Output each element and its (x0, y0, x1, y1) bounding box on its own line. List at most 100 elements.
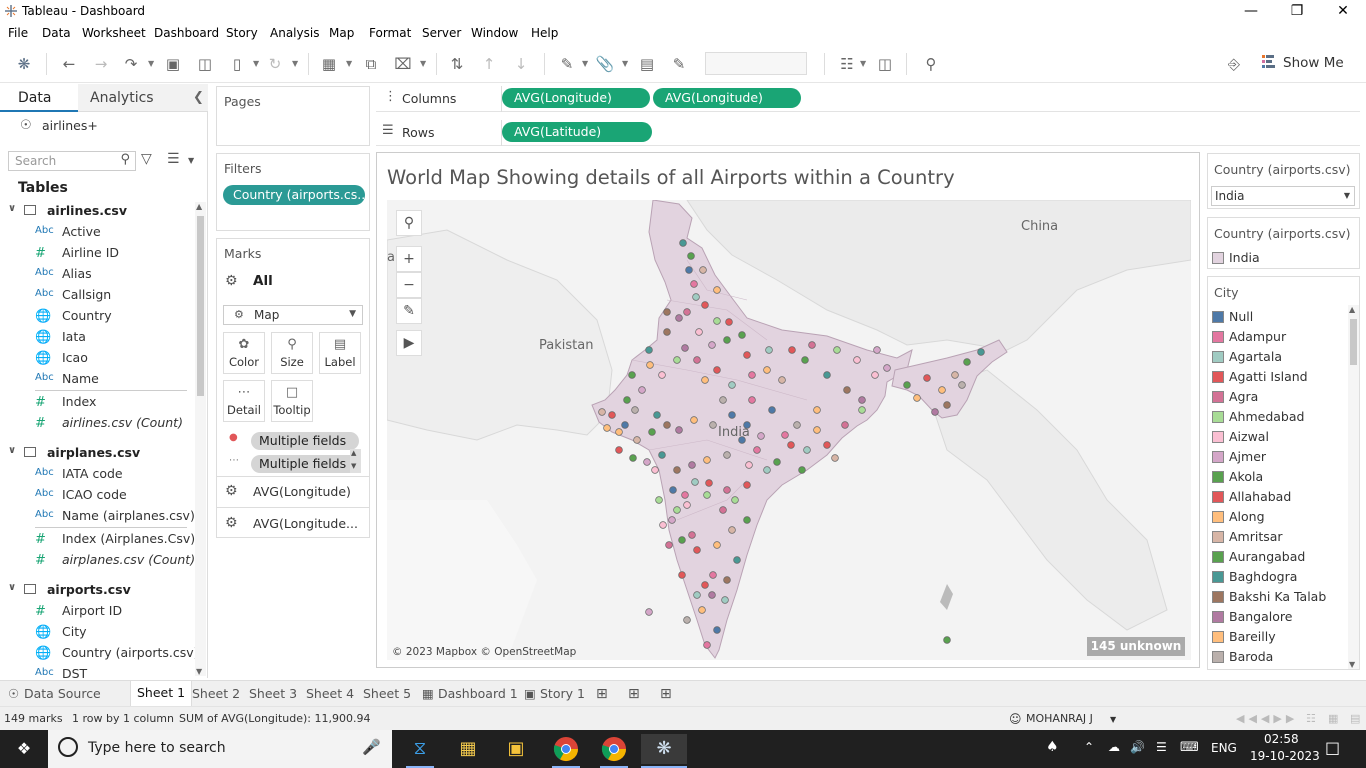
tab-sheet-5[interactable]: Sheet 5 (363, 686, 411, 701)
fit-dropdown[interactable] (705, 52, 807, 75)
airport-marker[interactable] (963, 358, 971, 366)
menu-map[interactable]: Map (329, 26, 354, 40)
airport-marker[interactable] (943, 636, 951, 644)
airport-marker[interactable] (621, 421, 629, 429)
menu-window[interactable]: Window (471, 26, 518, 40)
legend-item-city[interactable]: Ahmedabad (1212, 407, 1342, 427)
field-item[interactable]: 🌐 Country (airports.csv) (0, 644, 199, 664)
airport-marker[interactable] (788, 346, 796, 354)
share-icon[interactable]: ⚲ (920, 54, 942, 74)
menu-dashboard[interactable]: Dashboard (154, 26, 219, 40)
airport-marker[interactable] (633, 436, 641, 444)
map-search-button[interactable]: ⚲ (396, 210, 422, 236)
airport-marker[interactable] (669, 486, 677, 494)
airport-marker[interactable] (813, 426, 821, 434)
airport-marker[interactable] (690, 280, 698, 288)
detail-button[interactable]: ⋯ Detail (223, 380, 265, 422)
airport-marker[interactable] (713, 317, 721, 325)
chevron-down-icon[interactable]: ∨ (8, 445, 16, 456)
redo-icon[interactable]: → (90, 54, 112, 74)
new-story-icon[interactable]: ⊞ (660, 686, 672, 702)
field-item[interactable]: Abc Active (0, 223, 190, 243)
chevron-down-icon[interactable]: ▼ (253, 54, 261, 74)
legend-item-city[interactable]: Bangalore (1212, 607, 1342, 627)
menu-data[interactable]: Data (42, 26, 71, 40)
map-canvas[interactable] (387, 200, 1191, 660)
airport-marker[interactable] (703, 491, 711, 499)
tabs-view-icon[interactable]: ▤ (1350, 712, 1360, 725)
restore-button[interactable]: ❐ (1274, 0, 1320, 23)
airport-marker[interactable] (931, 408, 939, 416)
keyboard-icon[interactable]: ⌨ (1180, 740, 1199, 755)
size-button[interactable]: ⚲ Size (271, 332, 313, 374)
airport-marker[interactable] (665, 541, 673, 549)
group-members-icon[interactable]: 📎 (594, 54, 616, 74)
field-item[interactable]: Abc ICAO code (0, 486, 190, 506)
map-attribution[interactable]: © 2023 Mapbox © OpenStreetMap (392, 646, 576, 658)
unknown-indicator[interactable]: 145 unknown (1087, 637, 1185, 656)
airport-marker[interactable] (663, 308, 671, 316)
airport-marker[interactable] (728, 381, 736, 389)
airport-marker[interactable] (719, 506, 727, 514)
clock-date[interactable]: 19-10-2023 (1250, 749, 1320, 763)
airport-marker[interactable] (705, 479, 713, 487)
airport-marker[interactable] (673, 466, 681, 474)
detail-field-pill[interactable]: Multiple fields (251, 455, 359, 473)
marks-all-label[interactable]: All (253, 273, 273, 289)
airport-marker[interactable] (853, 356, 861, 364)
airport-marker[interactable] (753, 446, 761, 454)
zoom-in-button[interactable]: + (396, 246, 422, 272)
legend-item-city[interactable]: Along (1212, 507, 1342, 527)
table-airports[interactable]: ∨ airports.csv (0, 581, 190, 601)
airport-marker[interactable] (728, 411, 736, 419)
airport-marker[interactable] (743, 481, 751, 489)
field-item[interactable]: 🌐 City (0, 623, 190, 643)
presentation-mode-icon[interactable]: ◫ (874, 54, 896, 74)
airport-marker[interactable] (615, 446, 623, 454)
airport-marker[interactable] (651, 466, 659, 474)
clock-time[interactable]: 02:58 (1264, 732, 1299, 746)
field-item[interactable]: Abc DST (0, 665, 190, 678)
airport-marker[interactable] (608, 411, 616, 419)
airport-marker[interactable] (623, 396, 631, 404)
menu-worksheet[interactable]: Worksheet (82, 26, 146, 40)
map[interactable]: China Pakistan India ar ⚲ + − ✎ ▶ (387, 200, 1191, 660)
replay-icon[interactable]: ↷ (120, 54, 142, 74)
airport-marker[interactable] (648, 428, 656, 436)
chevron-down-icon[interactable]: ∨ (8, 203, 16, 214)
airport-marker[interactable] (679, 239, 687, 247)
cloud-icon[interactable]: ☁ (1108, 740, 1120, 754)
airport-marker[interactable] (658, 371, 666, 379)
people-icon[interactable]: ♠ (1046, 739, 1059, 755)
filter-pill[interactable]: Country (airports.cs.. (223, 185, 365, 205)
airport-marker[interactable] (883, 364, 891, 372)
airport-marker[interactable] (653, 411, 661, 419)
legend-item-city[interactable]: Null (1212, 307, 1342, 327)
airport-marker[interactable] (801, 356, 809, 364)
menu-format[interactable]: Format (369, 26, 411, 40)
chevron-down-icon[interactable]: ▼ (622, 54, 630, 74)
pan-reset-button[interactable]: ✎ (396, 298, 422, 324)
airport-marker[interactable] (768, 406, 776, 414)
legend-item-city[interactable]: Akola (1212, 467, 1342, 487)
tab-data-source[interactable]: Data Source (24, 686, 101, 701)
pause-updates-icon[interactable]: ▯ (226, 54, 248, 74)
airport-marker[interactable] (673, 506, 681, 514)
new-worksheet-icon[interactable]: ▦ (318, 54, 340, 74)
notifications-icon[interactable]: □ (1325, 738, 1340, 757)
airport-marker[interactable] (655, 496, 663, 504)
columns-pill[interactable]: AVG(Longitude) (653, 88, 801, 108)
table-airplanes[interactable]: ∨ airplanes.csv (0, 444, 190, 464)
legend-item-city[interactable]: Agartala (1212, 347, 1342, 367)
airport-marker[interactable] (698, 606, 706, 614)
menu-help[interactable]: Help (531, 26, 558, 40)
airport-marker[interactable] (798, 466, 806, 474)
country-filter-select[interactable]: India ▼ (1211, 186, 1355, 206)
swap-rows-columns-icon[interactable]: ⇅ (446, 54, 468, 74)
chevron-down-icon[interactable]: ▼ (346, 54, 354, 74)
airport-marker[interactable] (688, 531, 696, 539)
legend-item-city[interactable]: Baroda (1212, 647, 1342, 667)
marks-layer[interactable]: AVG(Longitude... (253, 516, 358, 531)
taskbar-search[interactable]: Type here to search 🎤 (48, 730, 392, 768)
new-data-source-icon[interactable]: ◫ (194, 54, 216, 74)
